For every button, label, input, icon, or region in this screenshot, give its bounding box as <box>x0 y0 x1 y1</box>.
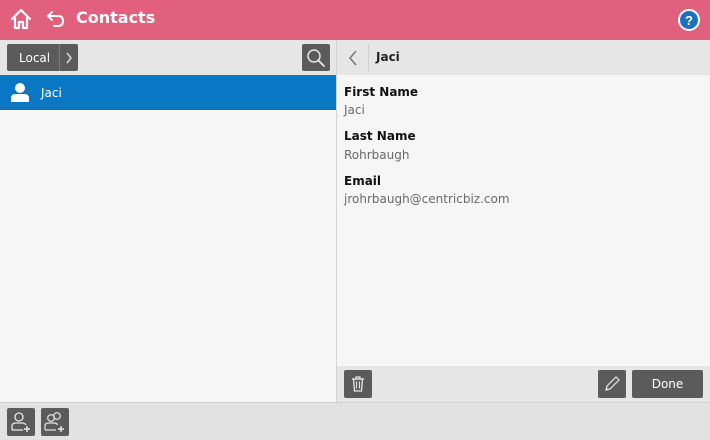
back-arrow-icon <box>47 11 65 27</box>
person-icon <box>11 83 29 102</box>
add-contact-icon <box>11 412 30 432</box>
contact-list-item[interactable]: Jaci <box>0 75 336 110</box>
home-icon <box>10 8 32 30</box>
last-name-value: Rohrbaugh <box>344 148 410 162</box>
home-button[interactable] <box>10 8 32 30</box>
contact-list-empty-area <box>0 110 336 402</box>
contact-detail-pane: Jaci First Name Jaci Last Name Rohrbaugh… <box>337 40 710 402</box>
search-icon <box>307 48 325 67</box>
contact-list-pane: Local Jaci <box>0 40 337 402</box>
app-header: Contacts ? <box>0 0 710 40</box>
detail-footer: Done <box>337 366 710 402</box>
back-button[interactable] <box>46 10 66 28</box>
edit-contact-button[interactable] <box>598 370 626 398</box>
email-label: Email <box>344 174 382 188</box>
page-title: Contacts <box>76 8 156 27</box>
trash-icon <box>352 376 364 392</box>
first-name-label: First Name <box>344 85 419 99</box>
list-toolbar: Local <box>0 40 336 75</box>
detail-back-button[interactable] <box>345 48 363 68</box>
detail-header: Jaci <box>337 40 710 75</box>
help-button[interactable]: ? <box>678 9 700 31</box>
first-name-value: Jaci <box>344 103 365 117</box>
header-divider <box>368 44 369 71</box>
email-value: jrohrbaugh@centricbiz.com <box>344 192 510 206</box>
chevron-left-icon <box>349 50 357 66</box>
detail-title: Jaci <box>376 50 400 64</box>
contact-name: Jaci <box>41 86 62 100</box>
pencil-icon <box>605 376 620 391</box>
done-button[interactable]: Done <box>632 370 703 398</box>
source-selector-button[interactable]: Local <box>7 44 78 71</box>
chevron-right-icon <box>60 44 78 71</box>
source-label: Local <box>19 50 51 65</box>
last-name-label: Last Name <box>344 129 416 143</box>
delete-contact-button[interactable] <box>344 370 372 398</box>
add-contact-button[interactable] <box>7 408 35 436</box>
search-button[interactable] <box>302 44 330 71</box>
add-group-icon <box>44 412 64 432</box>
add-group-button[interactable] <box>41 408 69 436</box>
bottom-action-bar <box>0 402 710 440</box>
